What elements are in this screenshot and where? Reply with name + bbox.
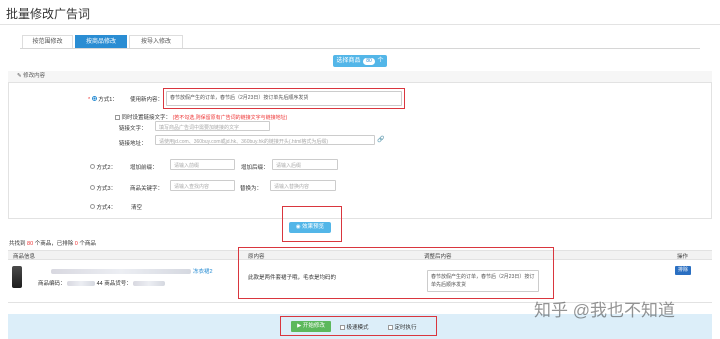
method1-label: 方式1： xyxy=(98,97,118,103)
method4-value: 清空 xyxy=(131,205,143,211)
scheduled-checkbox[interactable] xyxy=(388,325,393,331)
product-thumbnail[interactable] xyxy=(12,266,22,288)
product-name-blurred xyxy=(51,269,191,274)
tabs-divider xyxy=(20,48,700,49)
selected-count-badge: 80 xyxy=(363,58,375,65)
col-product: 商品信息 xyxy=(13,254,36,260)
product-code-label: 商品编码： xyxy=(38,281,66,287)
method2-label: 方式2： xyxy=(96,165,117,171)
suffix-input[interactable]: 请输入后缀 xyxy=(272,159,338,170)
method4-label: 方式4： xyxy=(96,205,117,211)
tab-by-range[interactable]: 按范围修改 xyxy=(22,35,73,49)
start-modify-label: 开始修改 xyxy=(302,323,325,329)
new-content-label: 使用新内容： xyxy=(130,97,164,103)
fast-mode-option[interactable]: 极速模式 xyxy=(340,323,369,331)
product-name-link[interactable]: 冻衣裙2 xyxy=(193,267,213,275)
eye-icon: ◉ xyxy=(295,224,301,230)
select-products-unit: 个 xyxy=(377,58,384,64)
panel-header-label: 修改内容 xyxy=(23,73,46,79)
link-option-checkbox[interactable] xyxy=(115,115,120,121)
store-code-blurred xyxy=(133,281,166,287)
method4-radio[interactable] xyxy=(90,204,95,209)
fast-mode-label: 极速模式 xyxy=(346,325,369,331)
panel-header: ✎ 修改内容 xyxy=(8,71,712,83)
method1-radio[interactable] xyxy=(91,96,97,101)
summary-mid: 个商品，已排除 xyxy=(34,241,74,247)
summary-found-count: 80 xyxy=(27,241,34,247)
replace-label: 替换为： xyxy=(240,186,263,192)
method2-row: 方式2： xyxy=(90,163,116,171)
edit-icon: ✎ xyxy=(17,73,22,79)
preview-button-label: 效果预览 xyxy=(302,224,325,230)
keyword-label: 商品关键字： xyxy=(130,186,164,192)
scheduled-label: 定时执行 xyxy=(394,325,417,331)
start-modify-button[interactable]: ▶ 开始修改 xyxy=(291,321,331,332)
link-text-label: 链接文字： xyxy=(119,126,147,132)
product-code-value: 44 xyxy=(96,281,103,287)
scheduled-option[interactable]: 定时执行 xyxy=(388,323,417,331)
tab-by-import[interactable]: 按导入修改 xyxy=(129,35,183,49)
link-url-input[interactable]: 请使用jd.com、360buy.com或jd.hk、360buy.hk的链接开… xyxy=(155,135,375,145)
prefix-input[interactable]: 请输入前缀 xyxy=(170,159,235,170)
suffix-label: 增加后缀： xyxy=(241,165,269,171)
product-code-row: 商品编码： 44 商品货号： xyxy=(38,279,166,287)
store-code-label: 商品货号： xyxy=(104,281,132,287)
original-content: 此款是两件套裙子哦，毛衣是均码的 xyxy=(248,275,337,281)
select-products-label: 选择商品 xyxy=(336,58,361,64)
link-text-input[interactable]: 填写商品广告词中需要加链接的文字 xyxy=(155,121,270,131)
method3-label: 方式3： xyxy=(96,186,117,192)
product-code-blurred xyxy=(67,281,96,287)
required-mark: * xyxy=(88,97,91,103)
link-icon[interactable]: 🔗 xyxy=(377,136,384,143)
adjusted-content-input[interactable]: 春节放假产生的订单，春节后（2月23日）按订单先后顺序发货 xyxy=(427,270,539,292)
fast-mode-checkbox[interactable] xyxy=(340,325,345,331)
watermark: 知乎 @我也不知道 xyxy=(534,301,675,320)
summary-post: 个商品 xyxy=(79,241,96,247)
preview-button[interactable]: ◉ 效果预览 xyxy=(289,222,331,233)
method1-row: * 方式1： xyxy=(88,95,118,103)
col-actions: 操作 xyxy=(677,254,689,260)
method2-radio[interactable] xyxy=(90,164,95,169)
link-url-label: 链接地址： xyxy=(119,141,147,147)
replace-input[interactable]: 请输入替换内容 xyxy=(270,180,336,191)
prefix-label: 增加前缀： xyxy=(130,165,158,171)
tab-by-product[interactable]: 按商品修改 xyxy=(75,35,127,49)
method3-row: 方式3： xyxy=(90,184,116,192)
page-title: 批量修改广告词 xyxy=(6,7,91,21)
keyword-input[interactable]: 请输入查找内容 xyxy=(170,180,235,191)
link-option-row: 同时设置链接文字： (若不勾选,则保留原有广告词的链接文字与链接地址) xyxy=(115,113,287,121)
result-summary: 共找到 80 个商品，已排除 0 个商品 xyxy=(9,239,96,247)
exclude-button[interactable]: 排除 xyxy=(675,266,691,275)
method3-radio[interactable] xyxy=(90,185,95,190)
play-icon: ▶ xyxy=(297,323,302,329)
title-divider xyxy=(0,24,720,25)
new-content-input[interactable]: 春节放假产生的订单，春节后（2月23日）按订单先后顺序发货 xyxy=(166,91,402,106)
summary-excluded-count: 0 xyxy=(74,241,78,247)
select-products-button[interactable]: 选择商品 80 个 xyxy=(333,55,387,67)
method4-row: 方式4： xyxy=(90,203,116,211)
summary-pre: 共找到 xyxy=(9,241,26,247)
